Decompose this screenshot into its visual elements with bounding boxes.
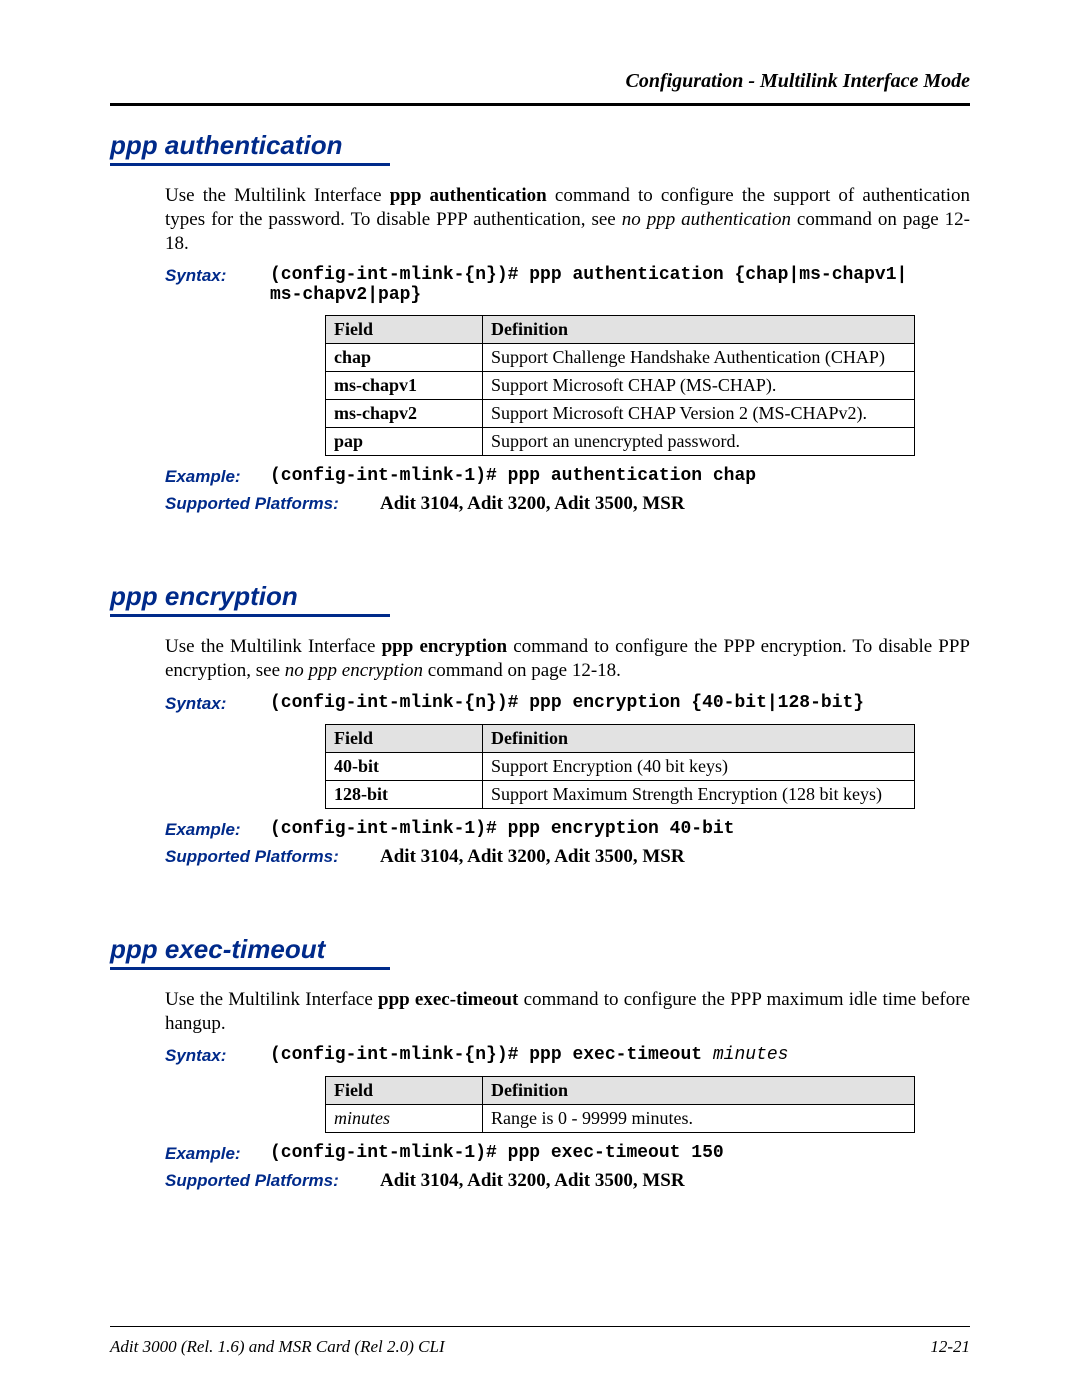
- syntax-code: (config-int-mlink-{n})# ppp authenticati…: [270, 265, 907, 305]
- title-underline: [110, 614, 390, 617]
- platforms-value: Adit 3104, Adit 3200, Adit 3500, MSR: [380, 846, 685, 868]
- cell-field: pap: [326, 428, 483, 456]
- example-code: (config-int-mlink-1)# ppp authentication…: [270, 466, 756, 487]
- syntax-label: Syntax:: [165, 1045, 270, 1066]
- platforms-row: Supported Platforms: Adit 3104, Adit 320…: [165, 846, 970, 868]
- table-row: ms-chapv1 Support Microsoft CHAP (MS-CHA…: [326, 372, 915, 400]
- title-underline: [110, 163, 390, 166]
- table-row: 40-bit Support Encryption (40 bit keys): [326, 752, 915, 780]
- section-body: Use the Multilink Interface ppp exec-tim…: [165, 988, 970, 1193]
- definition-table: Field Definition minutes Range is 0 - 99…: [325, 1076, 915, 1133]
- page-footer: Adit 3000 (Rel. 1.6) and MSR Card (Rel 2…: [110, 1337, 970, 1357]
- cell-definition: Support Maximum Strength Encryption (128…: [483, 780, 915, 808]
- text: Use the Multilink Interface: [165, 989, 378, 1010]
- cell-definition: Support Microsoft CHAP Version 2 (MS-CHA…: [483, 400, 915, 428]
- intro-paragraph: Use the Multilink Interface ppp exec-tim…: [165, 988, 970, 1036]
- table-row: pap Support an unencrypted password.: [326, 428, 915, 456]
- example-row: Example: (config-int-mlink-1)# ppp encry…: [165, 819, 970, 840]
- section-ppp-encryption: ppp encryption Use the Multilink Interfa…: [110, 581, 970, 868]
- cross-ref: no ppp authentication: [622, 209, 791, 230]
- intro-paragraph: Use the Multilink Interface ppp encrypti…: [165, 635, 970, 683]
- text: Use the Multilink Interface: [165, 185, 390, 206]
- cell-definition: Support Encryption (40 bit keys): [483, 752, 915, 780]
- syntax-label: Syntax:: [165, 693, 270, 714]
- cell-definition: Support Challenge Handshake Authenticati…: [483, 344, 915, 372]
- table-row: chap Support Challenge Handshake Authent…: [326, 344, 915, 372]
- platforms-row: Supported Platforms: Adit 3104, Adit 320…: [165, 493, 970, 515]
- section-body: Use the Multilink Interface ppp encrypti…: [165, 635, 970, 868]
- th-definition: Definition: [483, 1077, 915, 1105]
- section-title: ppp exec-timeout: [110, 934, 970, 965]
- cell-field: 40-bit: [326, 752, 483, 780]
- cell-definition: Range is 0 - 99999 minutes.: [483, 1105, 915, 1133]
- example-row: Example: (config-int-mlink-1)# ppp exec-…: [165, 1143, 970, 1164]
- intro-paragraph: Use the Multilink Interface ppp authenti…: [165, 184, 970, 255]
- table-row: 128-bit Support Maximum Strength Encrypt…: [326, 780, 915, 808]
- table-header-row: Field Definition: [326, 316, 915, 344]
- example-row: Example: (config-int-mlink-1)# ppp authe…: [165, 466, 970, 487]
- cross-ref: no ppp encryption: [285, 660, 423, 681]
- cell-field: ms-chapv2: [326, 400, 483, 428]
- example-label: Example:: [165, 1143, 270, 1164]
- th-field: Field: [326, 1077, 483, 1105]
- page: Configuration - Multilink Interface Mode…: [0, 0, 1080, 1397]
- text: Use the Multilink Interface: [165, 636, 382, 657]
- command-name: ppp authentication: [390, 185, 547, 206]
- platforms-label: Supported Platforms:: [165, 1170, 380, 1192]
- platforms-value: Adit 3104, Adit 3200, Adit 3500, MSR: [380, 493, 685, 515]
- title-underline: [110, 967, 390, 970]
- th-field: Field: [326, 724, 483, 752]
- definition-table: Field Definition 40-bit Support Encrypti…: [325, 724, 915, 809]
- section-ppp-authentication: ppp authentication Use the Multilink Int…: [110, 130, 970, 515]
- table-row: minutes Range is 0 - 99999 minutes.: [326, 1105, 915, 1133]
- syntax-code: (config-int-mlink-{n})# ppp encryption {…: [270, 693, 864, 714]
- example-code: (config-int-mlink-1)# ppp encryption 40-…: [270, 819, 734, 840]
- table-header-row: Field Definition: [326, 724, 915, 752]
- example-code: (config-int-mlink-1)# ppp exec-timeout 1…: [270, 1143, 724, 1164]
- syntax-row: Syntax: (config-int-mlink-{n})# ppp auth…: [165, 265, 970, 305]
- syntax-row: Syntax: (config-int-mlink-{n})# ppp encr…: [165, 693, 970, 714]
- table-header-row: Field Definition: [326, 1077, 915, 1105]
- running-header: Configuration - Multilink Interface Mode: [110, 70, 970, 93]
- syntax-code: (config-int-mlink-{n})# ppp exec-timeout…: [270, 1045, 789, 1066]
- footer-left: Adit 3000 (Rel. 1.6) and MSR Card (Rel 2…: [110, 1337, 445, 1357]
- syntax-label: Syntax:: [165, 265, 270, 305]
- header-rule: [110, 103, 970, 106]
- cell-field: 128-bit: [326, 780, 483, 808]
- cell-definition: Support an unencrypted password.: [483, 428, 915, 456]
- footer-rule: [110, 1326, 970, 1327]
- table-row: ms-chapv2 Support Microsoft CHAP Version…: [326, 400, 915, 428]
- platforms-label: Supported Platforms:: [165, 846, 380, 868]
- th-definition: Definition: [483, 724, 915, 752]
- platforms-row: Supported Platforms: Adit 3104, Adit 320…: [165, 1170, 970, 1192]
- section-title: ppp encryption: [110, 581, 970, 612]
- command-name: ppp exec-timeout: [378, 989, 518, 1010]
- th-definition: Definition: [483, 316, 915, 344]
- command-name: ppp encryption: [382, 636, 507, 657]
- cell-field: minutes: [326, 1105, 483, 1133]
- platforms-value: Adit 3104, Adit 3200, Adit 3500, MSR: [380, 1170, 685, 1192]
- th-field: Field: [326, 316, 483, 344]
- example-label: Example:: [165, 819, 270, 840]
- cell-field: ms-chapv1: [326, 372, 483, 400]
- section-title: ppp authentication: [110, 130, 970, 161]
- syntax-row: Syntax: (config-int-mlink-{n})# ppp exec…: [165, 1045, 970, 1066]
- footer-page-number: 12-21: [930, 1337, 970, 1357]
- example-label: Example:: [165, 466, 270, 487]
- section-body: Use the Multilink Interface ppp authenti…: [165, 184, 970, 515]
- platforms-label: Supported Platforms:: [165, 493, 380, 515]
- cell-field: chap: [326, 344, 483, 372]
- text: command on page 12-18.: [423, 660, 621, 681]
- cell-definition: Support Microsoft CHAP (MS-CHAP).: [483, 372, 915, 400]
- section-ppp-exec-timeout: ppp exec-timeout Use the Multilink Inter…: [110, 934, 970, 1193]
- definition-table: Field Definition chap Support Challenge …: [325, 315, 915, 456]
